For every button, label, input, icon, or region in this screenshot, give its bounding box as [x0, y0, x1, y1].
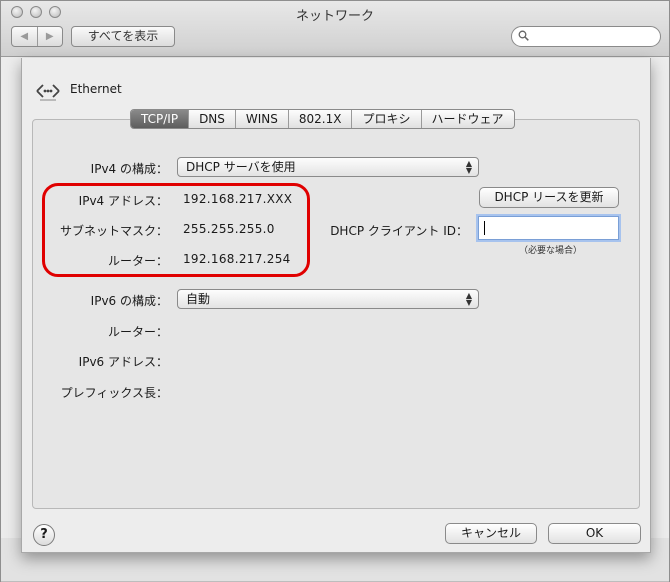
- search-field[interactable]: [511, 26, 661, 47]
- text-caret: [484, 221, 485, 235]
- dhcp-client-id-label: DHCP クライアント ID：: [330, 224, 468, 238]
- back-forward-control[interactable]: ◀ ▶: [11, 26, 63, 47]
- search-icon: [518, 30, 529, 41]
- tab-dns[interactable]: DNS: [189, 110, 236, 128]
- ipv6-config-popup[interactable]: 自動 ▲ ▼: [177, 289, 479, 309]
- help-button[interactable]: ?: [33, 524, 55, 546]
- ipv4-config-value: DHCP サーバを使用: [186, 160, 296, 174]
- dhcp-client-id-hint: （必要な場合）: [519, 246, 583, 256]
- tab-hardware[interactable]: ハードウェア: [422, 110, 514, 128]
- tab-proxy[interactable]: プロキシ: [352, 110, 422, 128]
- interface-name: Ethernet: [70, 82, 122, 96]
- tab-8021x[interactable]: 802.1X: [289, 110, 353, 128]
- network-preferences-window: ネットワーク ◀ ▶ すべてを表示 Ethernet TCP/IP DNS WI…: [0, 0, 670, 582]
- ipv4-config-popup[interactable]: DHCP サーバを使用 ▲ ▼: [177, 157, 479, 177]
- forward-icon[interactable]: ▶: [38, 27, 63, 46]
- show-all-button[interactable]: すべてを表示: [71, 26, 175, 47]
- popup-arrows-icon: ▲ ▼: [465, 291, 472, 307]
- settings-panel: [32, 119, 640, 509]
- settings-tabs: TCP/IP DNS WINS 802.1X プロキシ ハードウェア: [130, 109, 515, 129]
- window-title: ネットワーク: [295, 9, 374, 24]
- ipv6-config-label: IPv6 の構成：: [90, 294, 168, 308]
- dhcp-client-id-field[interactable]: [478, 216, 619, 240]
- back-icon[interactable]: ◀: [12, 27, 38, 46]
- renew-dhcp-lease-button[interactable]: DHCP リースを更新: [479, 187, 619, 208]
- ipv4-config-label: IPv4 の構成：: [90, 162, 168, 176]
- ok-button[interactable]: OK: [548, 523, 641, 544]
- cancel-button[interactable]: キャンセル: [445, 523, 537, 544]
- ipv6-router-label: ルーター：: [107, 325, 168, 339]
- highlight-annotation: [42, 183, 310, 277]
- ethernet-icon: [36, 84, 60, 101]
- ipv6-config-value: 自動: [186, 292, 211, 306]
- tab-wins[interactable]: WINS: [236, 110, 289, 128]
- tab-tcpip[interactable]: TCP/IP: [131, 110, 190, 128]
- title-bar: ネットワーク ◀ ▶ すべてを表示: [1, 1, 669, 57]
- ipv6-prefix-length-label: プレフィックス長：: [60, 386, 168, 400]
- ipv6-address-label: IPv6 アドレス：: [78, 355, 168, 369]
- popup-arrows-icon: ▲ ▼: [465, 159, 472, 175]
